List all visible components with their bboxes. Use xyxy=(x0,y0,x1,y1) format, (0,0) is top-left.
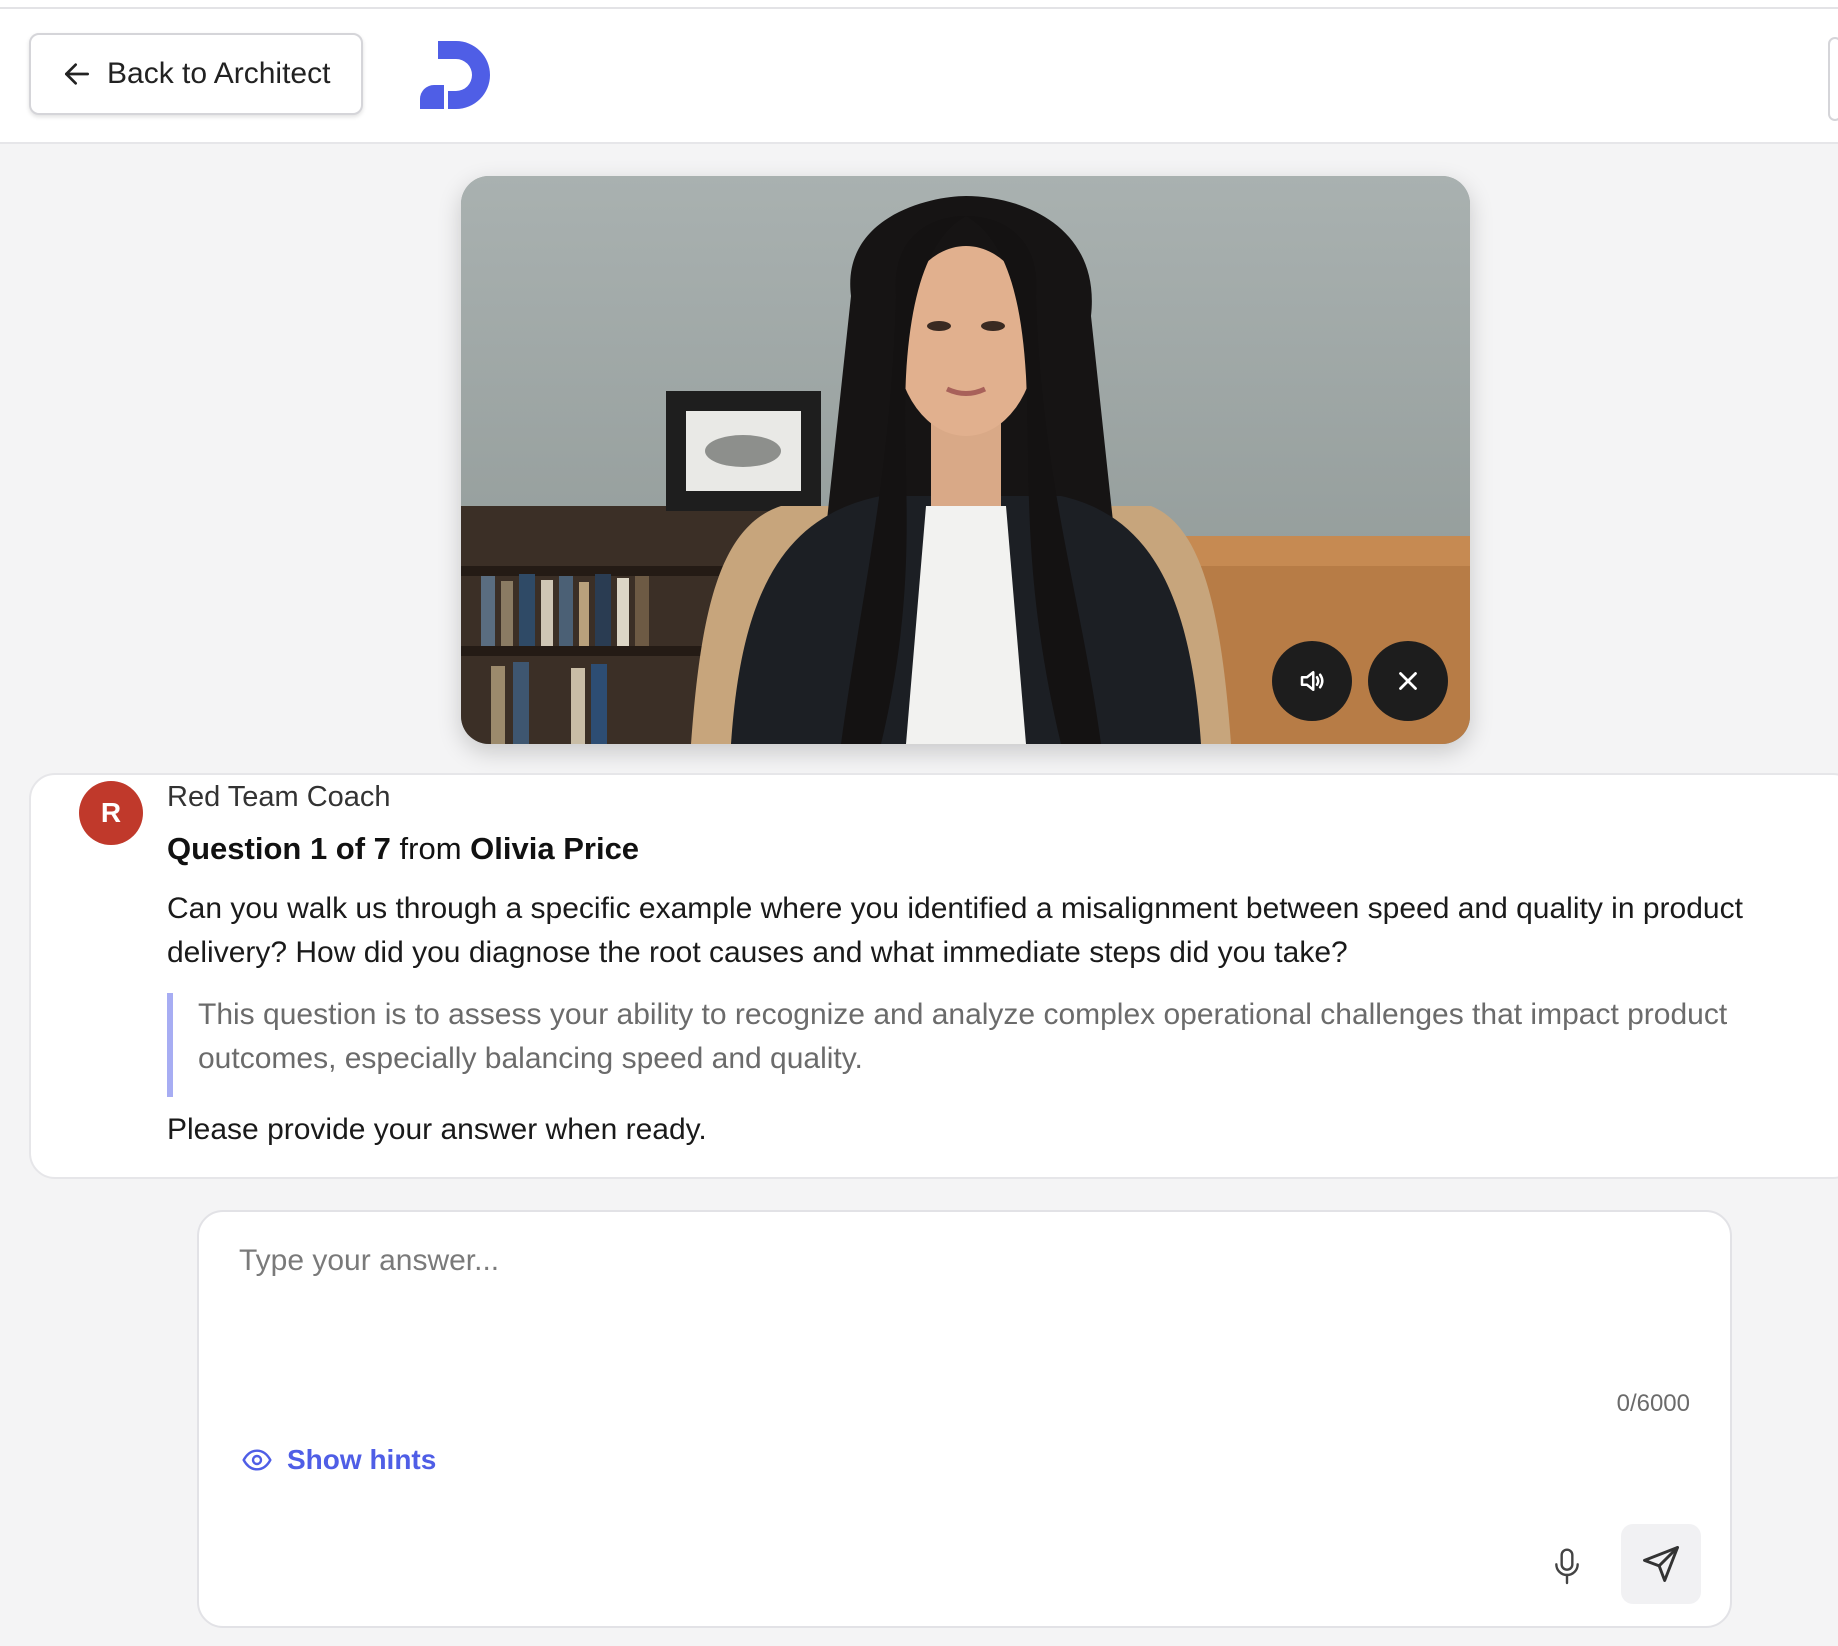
top-border xyxy=(0,0,1838,9)
microphone-button[interactable] xyxy=(1547,1542,1587,1592)
answer-input[interactable] xyxy=(237,1242,1691,1386)
sender-name: Red Team Coach xyxy=(167,781,391,813)
app-logo-icon xyxy=(420,41,490,109)
coach-message-card: R Red Team Coach Question 1 of 7 from Ol… xyxy=(29,773,1838,1179)
show-hints-button[interactable]: Show hints xyxy=(241,1444,436,1476)
question-text: Can you walk us through a specific examp… xyxy=(167,892,1743,969)
microphone-icon xyxy=(1555,1548,1579,1585)
question-heading: Question 1 of 7 from Olivia Price xyxy=(167,831,639,867)
answer-prompt: Please provide your answer when ready. xyxy=(167,1113,707,1146)
question-counter: Question 1 of 7 xyxy=(167,831,391,866)
question-context-note: This question is to assess your ability … xyxy=(167,993,1767,1097)
mute-button[interactable] xyxy=(1272,641,1352,721)
show-hints-label: Show hints xyxy=(287,1444,437,1475)
back-to-architect-button[interactable]: Back to Architect xyxy=(29,33,363,115)
send-icon xyxy=(1643,1546,1679,1582)
avatar: R xyxy=(79,781,143,845)
character-counter: 0/6000 xyxy=(1616,1390,1690,1417)
header-right-control[interactable] xyxy=(1828,37,1838,121)
close-video-button[interactable] xyxy=(1368,641,1448,721)
interviewer-name: Olivia Price xyxy=(470,831,640,866)
arrow-left-icon xyxy=(65,63,89,85)
from-word: from xyxy=(399,831,462,866)
back-button-label: Back to Architect xyxy=(107,57,331,90)
eye-icon xyxy=(242,1449,272,1471)
close-icon xyxy=(1399,672,1417,690)
top-header: Back to Architect xyxy=(0,9,1838,144)
speaker-icon xyxy=(1300,671,1324,691)
coach-video-player[interactable] xyxy=(461,176,1470,744)
send-button[interactable] xyxy=(1621,1524,1701,1604)
answer-composer: 0/6000 Show hints xyxy=(197,1210,1732,1628)
